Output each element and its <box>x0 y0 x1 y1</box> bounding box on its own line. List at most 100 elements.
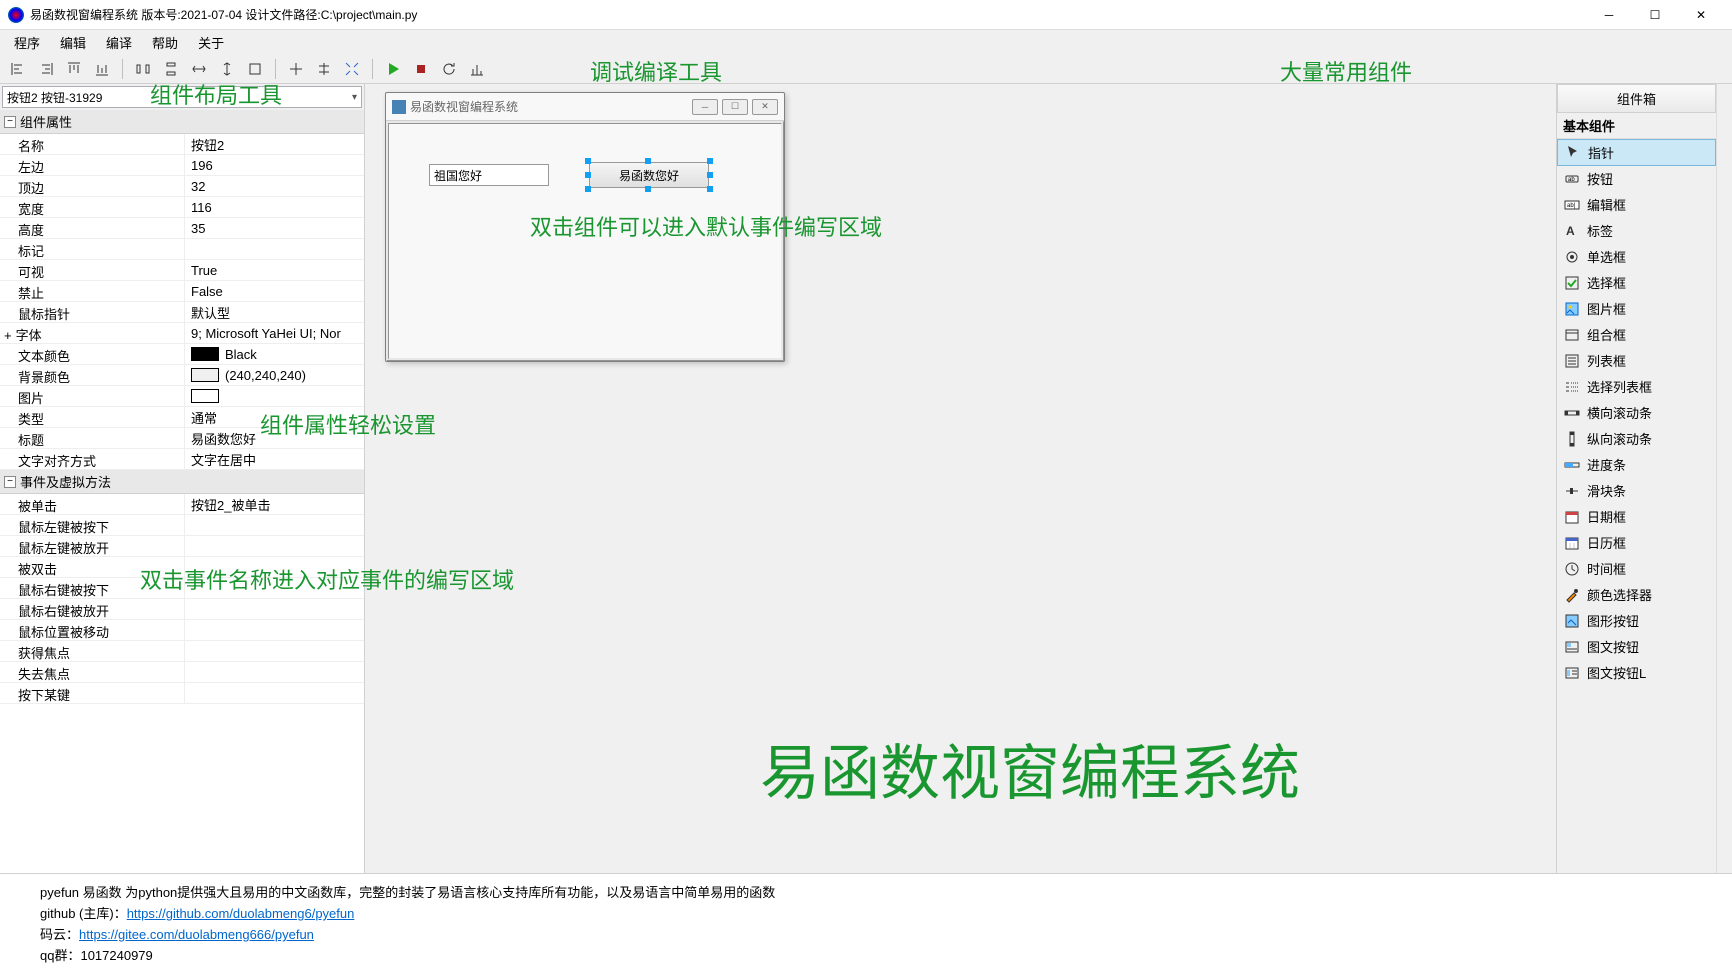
component-item-图文按钮L[interactable]: 图文按钮L <box>1557 660 1716 686</box>
dw-maximize-icon[interactable]: ☐ <box>722 99 748 115</box>
design-button[interactable]: 易函数您好 <box>589 162 709 188</box>
component-item-单选框[interactable]: 单选框 <box>1557 244 1716 270</box>
menu-edit[interactable]: 编辑 <box>50 31 96 54</box>
stop-icon[interactable] <box>408 56 434 82</box>
maximize-button[interactable]: ☐ <box>1632 0 1678 30</box>
menu-help[interactable]: 帮助 <box>142 31 188 54</box>
property-row[interactable]: 鼠标指针默认型 <box>0 302 364 323</box>
event-row[interactable]: 失去焦点 <box>0 662 364 683</box>
component-item-标签[interactable]: A标签 <box>1557 218 1716 244</box>
same-size-icon[interactable] <box>242 56 268 82</box>
component-item-图形按钮[interactable]: 图形按钮 <box>1557 608 1716 634</box>
component-item-按钮[interactable]: ab按钮 <box>1557 166 1716 192</box>
dw-minimize-icon[interactable]: ─ <box>692 99 718 115</box>
property-row[interactable]: 背景颜色(240,240,240) <box>0 365 364 386</box>
github-link[interactable]: https://github.com/duolabmeng6/pyefun <box>127 906 355 921</box>
property-row[interactable]: 文本颜色Black <box>0 344 364 365</box>
property-value[interactable]: 易函数您好 <box>185 428 364 448</box>
property-row[interactable]: 可视True <box>0 260 364 281</box>
align-right-icon[interactable] <box>33 56 59 82</box>
dist-v-icon[interactable] <box>158 56 184 82</box>
selection-handle[interactable] <box>707 158 713 164</box>
property-value[interactable]: 196 <box>185 155 364 175</box>
prop-category-events[interactable]: −事件及虚拟方法 <box>0 470 364 494</box>
event-value[interactable] <box>185 662 364 682</box>
event-value[interactable] <box>185 683 364 703</box>
event-row[interactable]: 鼠标左键被按下 <box>0 515 364 536</box>
property-row[interactable]: 名称按钮2 <box>0 134 364 155</box>
component-item-颜色选择器[interactable]: 颜色选择器 <box>1557 582 1716 608</box>
component-item-图片框[interactable]: 图片框 <box>1557 296 1716 322</box>
component-selector[interactable]: 按钮2 按钮-31929 <box>2 86 362 108</box>
event-row[interactable]: 按下某键 <box>0 683 364 704</box>
run-icon[interactable] <box>380 56 406 82</box>
event-row[interactable]: 鼠标右键被放开 <box>0 599 364 620</box>
prop-category-component[interactable]: −组件属性 <box>0 110 364 134</box>
component-item-选择框[interactable]: 选择框 <box>1557 270 1716 296</box>
event-value[interactable] <box>185 641 364 661</box>
property-row[interactable]: 文字对齐方式文字在居中 <box>0 449 364 470</box>
right-scrollbar[interactable] <box>1716 84 1732 873</box>
expand-icon[interactable] <box>339 56 365 82</box>
event-row[interactable]: 鼠标右键被按下 <box>0 578 364 599</box>
event-value[interactable] <box>185 536 364 556</box>
event-row[interactable]: 鼠标位置被移动 <box>0 620 364 641</box>
component-item-图文按钮[interactable]: 图文按钮 <box>1557 634 1716 660</box>
property-value[interactable]: 默认型 <box>185 302 364 322</box>
chart-icon[interactable] <box>464 56 490 82</box>
property-value[interactable]: 9; Microsoft YaHei UI; Nor <box>185 323 364 343</box>
event-value[interactable] <box>185 578 364 598</box>
event-value[interactable] <box>185 515 364 535</box>
refresh-icon[interactable] <box>436 56 462 82</box>
property-value[interactable] <box>185 239 364 259</box>
selection-handle[interactable] <box>585 158 591 164</box>
property-value[interactable]: False <box>185 281 364 301</box>
selection-handle[interactable] <box>707 172 713 178</box>
property-value[interactable]: 35 <box>185 218 364 238</box>
menu-program[interactable]: 程序 <box>4 31 50 54</box>
property-value[interactable]: 按钮2 <box>185 134 364 154</box>
minimize-button[interactable]: ─ <box>1586 0 1632 30</box>
property-value[interactable]: 文字在居中 <box>185 449 364 469</box>
dist-h-icon[interactable] <box>130 56 156 82</box>
same-height-icon[interactable] <box>214 56 240 82</box>
gitee-link[interactable]: https://gitee.com/duolabmeng666/pyefun <box>79 927 314 942</box>
design-input-field[interactable] <box>429 164 549 186</box>
component-item-时间框[interactable]: 时间框 <box>1557 556 1716 582</box>
design-window-titlebar[interactable]: 易函数视窗编程系统 ─ ☐ ✕ <box>386 93 784 121</box>
property-row[interactable]: 左边196 <box>0 155 364 176</box>
design-window-body[interactable]: 易函数您好 <box>386 121 784 361</box>
close-button[interactable]: ✕ <box>1678 0 1724 30</box>
property-row[interactable]: +字体9; Microsoft YaHei UI; Nor <box>0 323 364 344</box>
component-item-日期框[interactable]: 日期框 <box>1557 504 1716 530</box>
center-v-icon[interactable] <box>311 56 337 82</box>
component-item-指针[interactable]: 指针 <box>1557 139 1716 166</box>
component-item-横向滚动条[interactable]: 横向滚动条 <box>1557 400 1716 426</box>
event-value[interactable] <box>185 557 364 577</box>
component-category[interactable]: 基本组件 <box>1557 113 1716 139</box>
component-item-编辑框[interactable]: ab|编辑框 <box>1557 192 1716 218</box>
property-value[interactable]: 通常 <box>185 407 364 427</box>
align-left-icon[interactable] <box>5 56 31 82</box>
component-item-日历框[interactable]: 日历框 <box>1557 530 1716 556</box>
property-row[interactable]: 标题易函数您好 <box>0 428 364 449</box>
same-width-icon[interactable] <box>186 56 212 82</box>
component-list[interactable]: 指针ab按钮ab|编辑框A标签单选框选择框图片框组合框列表框选择列表框横向滚动条… <box>1557 139 1716 873</box>
event-row[interactable]: 鼠标左键被放开 <box>0 536 364 557</box>
event-value[interactable] <box>185 620 364 640</box>
property-value[interactable]: (240,240,240) <box>185 365 364 385</box>
component-item-选择列表框[interactable]: 选择列表框 <box>1557 374 1716 400</box>
component-item-列表框[interactable]: 列表框 <box>1557 348 1716 374</box>
property-row[interactable]: 顶边32 <box>0 176 364 197</box>
property-row[interactable]: 标记 <box>0 239 364 260</box>
component-item-进度条[interactable]: 进度条 <box>1557 452 1716 478</box>
center-h-icon[interactable] <box>283 56 309 82</box>
component-item-滑块条[interactable]: 滑块条 <box>1557 478 1716 504</box>
property-value[interactable]: 116 <box>185 197 364 217</box>
event-value[interactable]: 按钮2_被单击 <box>185 494 364 514</box>
property-value[interactable]: Black <box>185 344 364 364</box>
align-bottom-icon[interactable] <box>89 56 115 82</box>
dw-close-icon[interactable]: ✕ <box>752 99 778 115</box>
property-row[interactable]: 高度35 <box>0 218 364 239</box>
property-row[interactable]: 类型通常 <box>0 407 364 428</box>
